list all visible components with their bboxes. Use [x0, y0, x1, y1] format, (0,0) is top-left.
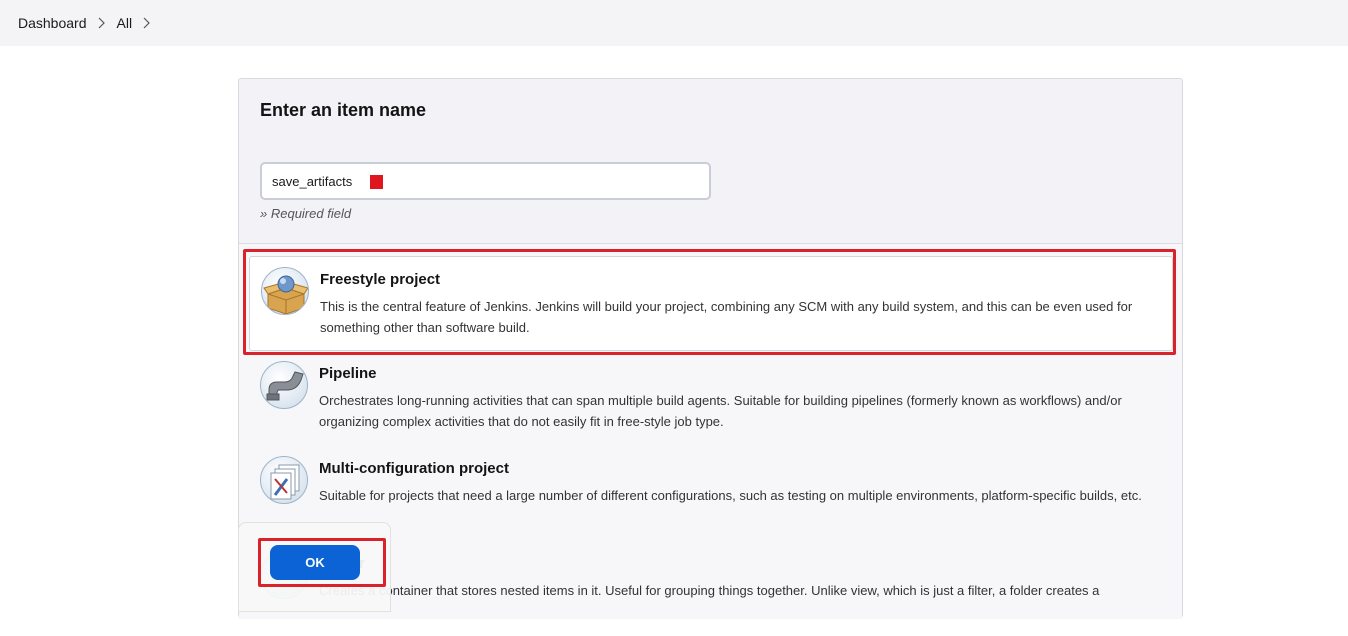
- item-name-input[interactable]: [260, 162, 711, 200]
- multi-config-icon: [260, 456, 308, 504]
- item-name-section: Enter an item name » Required field: [239, 79, 1182, 244]
- breadcrumb-dashboard[interactable]: Dashboard: [18, 15, 87, 31]
- required-field-hint: » Required field: [260, 206, 352, 221]
- chevron-right-icon[interactable]: [132, 17, 162, 29]
- chevron-right-icon: [87, 17, 117, 29]
- item-type-label: Multi-configuration project: [319, 460, 509, 477]
- breadcrumb: Dashboard All: [0, 0, 1348, 46]
- item-type-description: Orchestrates long-running activities tha…: [319, 393, 1122, 429]
- pipeline-pipe-icon: [260, 361, 308, 409]
- item-type-label: Folder: [319, 555, 1159, 572]
- page-title: Enter an item name: [260, 100, 427, 120]
- item-type-label: Pipeline: [319, 365, 377, 382]
- item-type-pipeline[interactable]: Pipeline Orchestrates long-running activ…: [249, 351, 1173, 446]
- freestyle-highlight-box: [243, 249, 1176, 355]
- item-type-description: Suitable for projects that need a large …: [319, 488, 1142, 503]
- ok-highlight-box: [258, 538, 386, 587]
- red-marker-icon: [370, 175, 383, 189]
- breadcrumb-all[interactable]: All: [117, 15, 133, 31]
